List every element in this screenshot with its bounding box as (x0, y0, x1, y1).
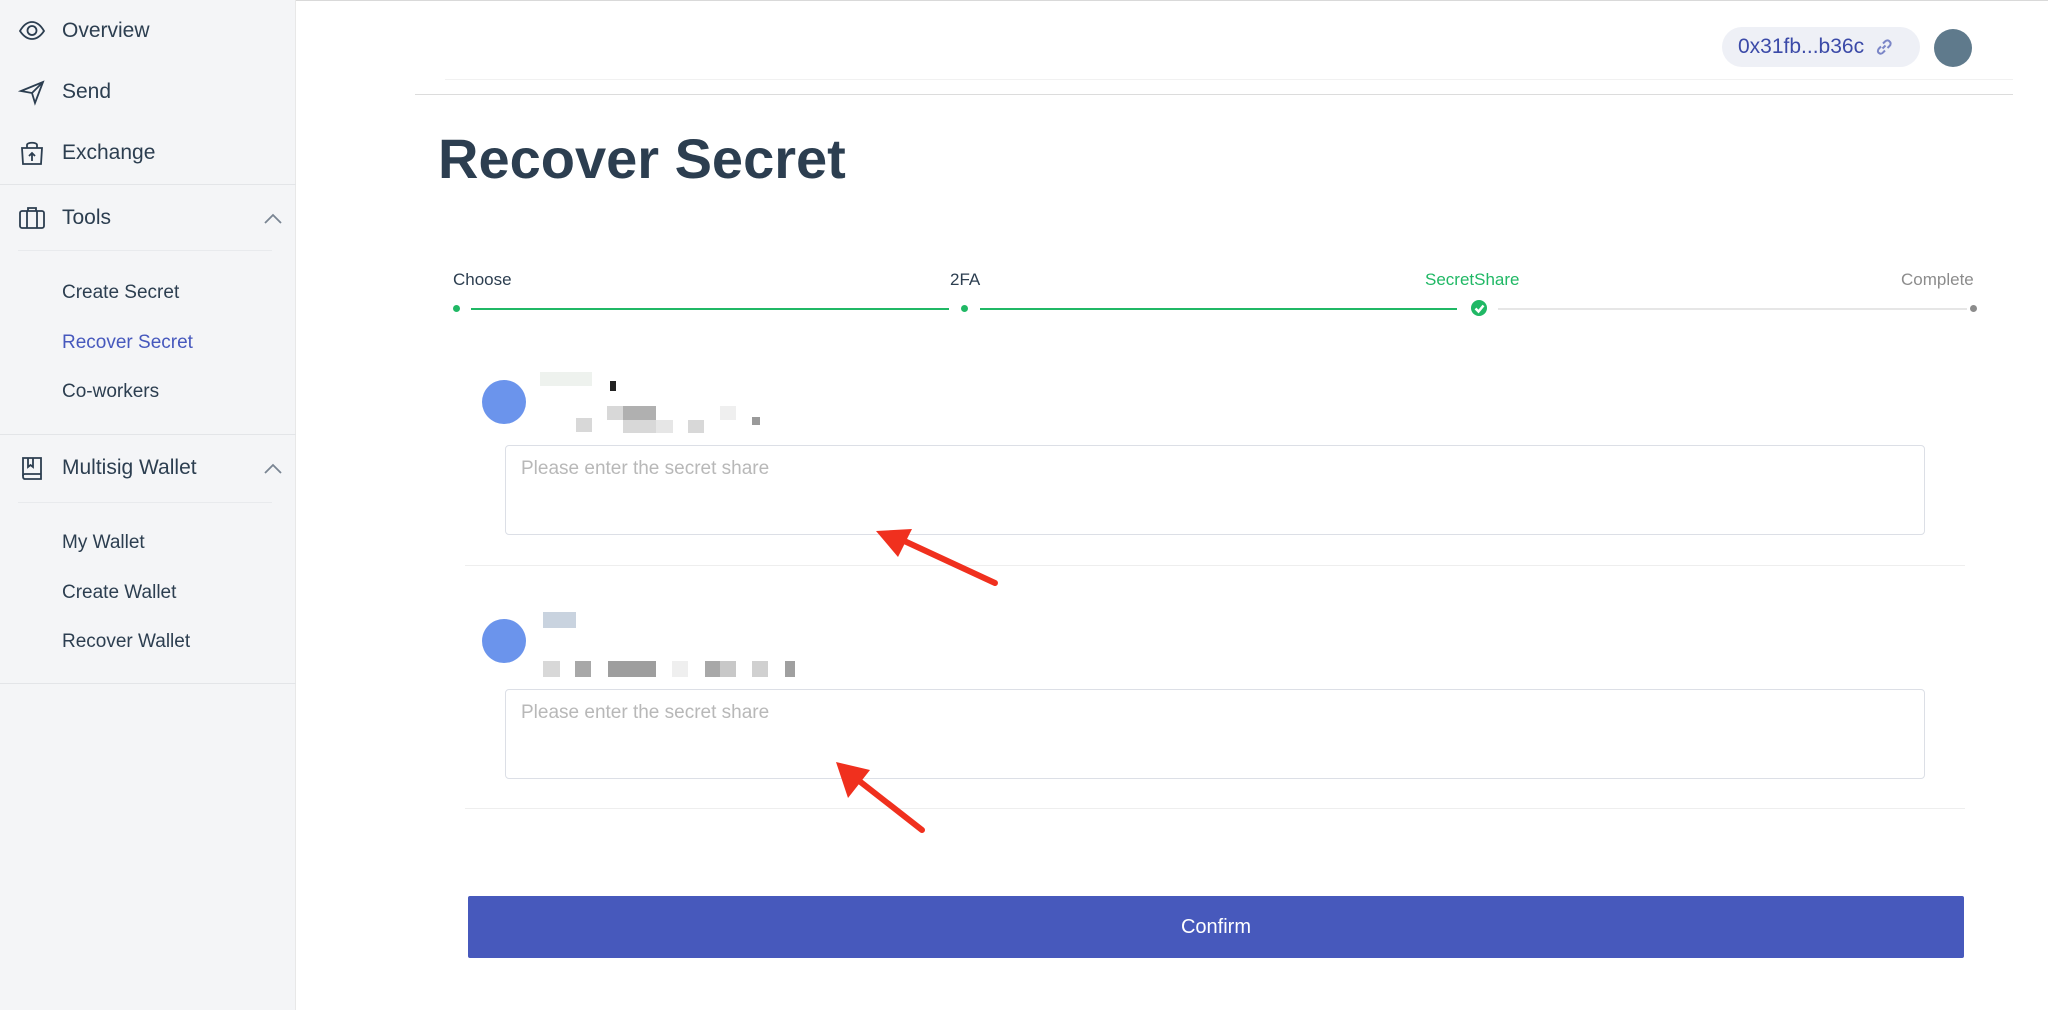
confirm-button[interactable]: Confirm (468, 896, 1964, 958)
step-label-complete: Complete (1901, 270, 1974, 289)
sidebar-divider (0, 683, 296, 684)
sidebar-group-tools[interactable]: Tools (18, 204, 282, 232)
sidebar-item-recover-wallet[interactable]: Recover Wallet (62, 631, 190, 653)
send-icon (18, 78, 46, 106)
share-divider (465, 808, 1965, 809)
step-connector (1498, 308, 1967, 310)
secret-share-input-2[interactable] (505, 689, 1925, 779)
link-icon[interactable] (1874, 37, 1894, 57)
sidebar-item-create-secret[interactable]: Create Secret (62, 282, 179, 304)
annotation-arrow-2 (836, 762, 925, 833)
sidebar-item-send[interactable]: Send (18, 78, 111, 106)
sidebar-divider (18, 250, 272, 251)
sidebar: Overview Send Exchange Tools Create Secr… (0, 0, 296, 1010)
sidebar-group-label: Multisig Wallet (62, 456, 197, 479)
sidebar-item-label: Send (62, 80, 112, 103)
chevron-up-icon[interactable] (262, 458, 284, 480)
sidebar-group-label: Tools (62, 206, 112, 229)
book-icon (18, 454, 46, 482)
wallet-address-pill[interactable]: 0x31fb...b36c (1722, 27, 1920, 67)
sidebar-group-multisig-wallet[interactable]: Multisig Wallet (18, 454, 282, 482)
eye-icon (18, 17, 46, 45)
step-dot-choose (453, 305, 460, 312)
step-dot-2fa (961, 305, 968, 312)
page-title: Recover Secret (438, 127, 846, 190)
sidebar-item-exchange[interactable]: Exchange (18, 139, 155, 167)
sidebar-item-label: Exchange (62, 141, 156, 164)
step-connector (980, 308, 1457, 310)
sidebar-item-overview[interactable]: Overview (18, 17, 150, 45)
annotation-arrow-1 (876, 529, 998, 586)
step-label-2fa: 2FA (950, 270, 981, 289)
wallet-address: 0x31fb...b36c (1738, 35, 1865, 58)
chevron-up-icon[interactable] (262, 208, 284, 230)
top-border (0, 0, 2048, 1)
sidebar-item-co-workers[interactable]: Co-workers (62, 381, 159, 403)
sidebar-divider (0, 184, 296, 185)
secret-share-input-1[interactable] (505, 445, 1925, 535)
bag-icon (18, 139, 46, 167)
toolbox-icon (18, 204, 46, 232)
step-dot-complete (1970, 305, 1977, 312)
share-avatar (482, 380, 526, 424)
sidebar-divider (0, 434, 296, 435)
sidebar-item-create-wallet[interactable]: Create Wallet (62, 582, 176, 604)
sidebar-divider (18, 502, 272, 503)
step-label-secretshare: SecretShare (1425, 270, 1520, 289)
sidebar-item-my-wallet[interactable]: My Wallet (62, 532, 145, 554)
user-avatar[interactable] (1934, 29, 1972, 67)
sidebar-item-label: Overview (62, 19, 150, 42)
check-icon (1471, 300, 1487, 316)
share-divider (465, 565, 1965, 566)
step-connector (471, 308, 949, 310)
share-avatar (482, 619, 526, 663)
sidebar-item-recover-secret[interactable]: Recover Secret (62, 332, 193, 354)
step-label-choose: Choose (453, 270, 512, 289)
header-divider (415, 94, 2013, 95)
header-divider-faint (445, 79, 2013, 80)
